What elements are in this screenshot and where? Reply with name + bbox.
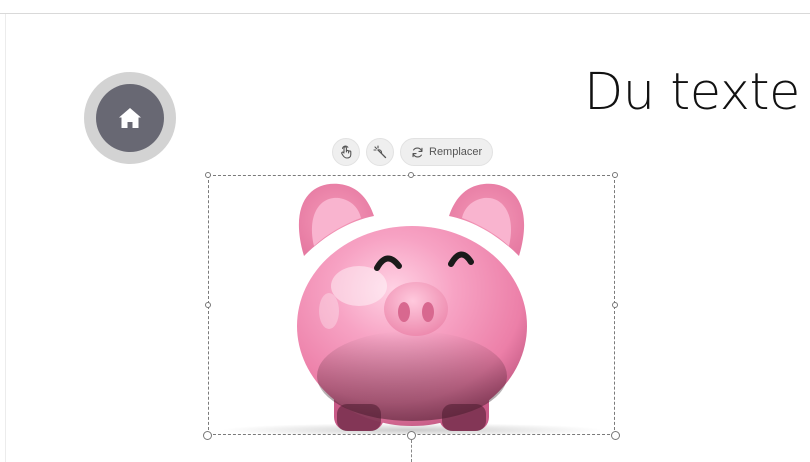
replace-button-label: Remplacer (429, 146, 483, 158)
page-heading[interactable]: Du texte (584, 63, 800, 122)
refresh-icon (412, 147, 423, 157)
image-selection-frame[interactable] (208, 175, 615, 435)
image-toolbar: Remplacer (332, 138, 494, 166)
resize-handle-bottom-right[interactable] (611, 431, 620, 440)
resize-handle-middle-right[interactable] (612, 302, 618, 308)
magic-wand-icon (373, 145, 387, 159)
resize-handle-top-center[interactable] (408, 172, 414, 178)
left-divider (5, 14, 6, 462)
alignment-guide (411, 440, 412, 462)
top-divider (0, 13, 810, 14)
home-button[interactable] (84, 72, 176, 164)
touch-icon (341, 145, 352, 159)
resize-handle-bottom-center[interactable] (407, 431, 416, 440)
resize-handle-bottom-left[interactable] (203, 431, 212, 440)
resize-handle-middle-left[interactable] (205, 302, 211, 308)
home-button-inner (96, 84, 164, 152)
resize-handle-top-right[interactable] (612, 172, 618, 178)
home-icon (119, 108, 141, 128)
resize-handle-top-left[interactable] (205, 172, 211, 178)
touch-button[interactable] (332, 138, 360, 166)
replace-button[interactable]: Remplacer (400, 138, 494, 166)
magic-wand-button[interactable] (366, 138, 394, 166)
